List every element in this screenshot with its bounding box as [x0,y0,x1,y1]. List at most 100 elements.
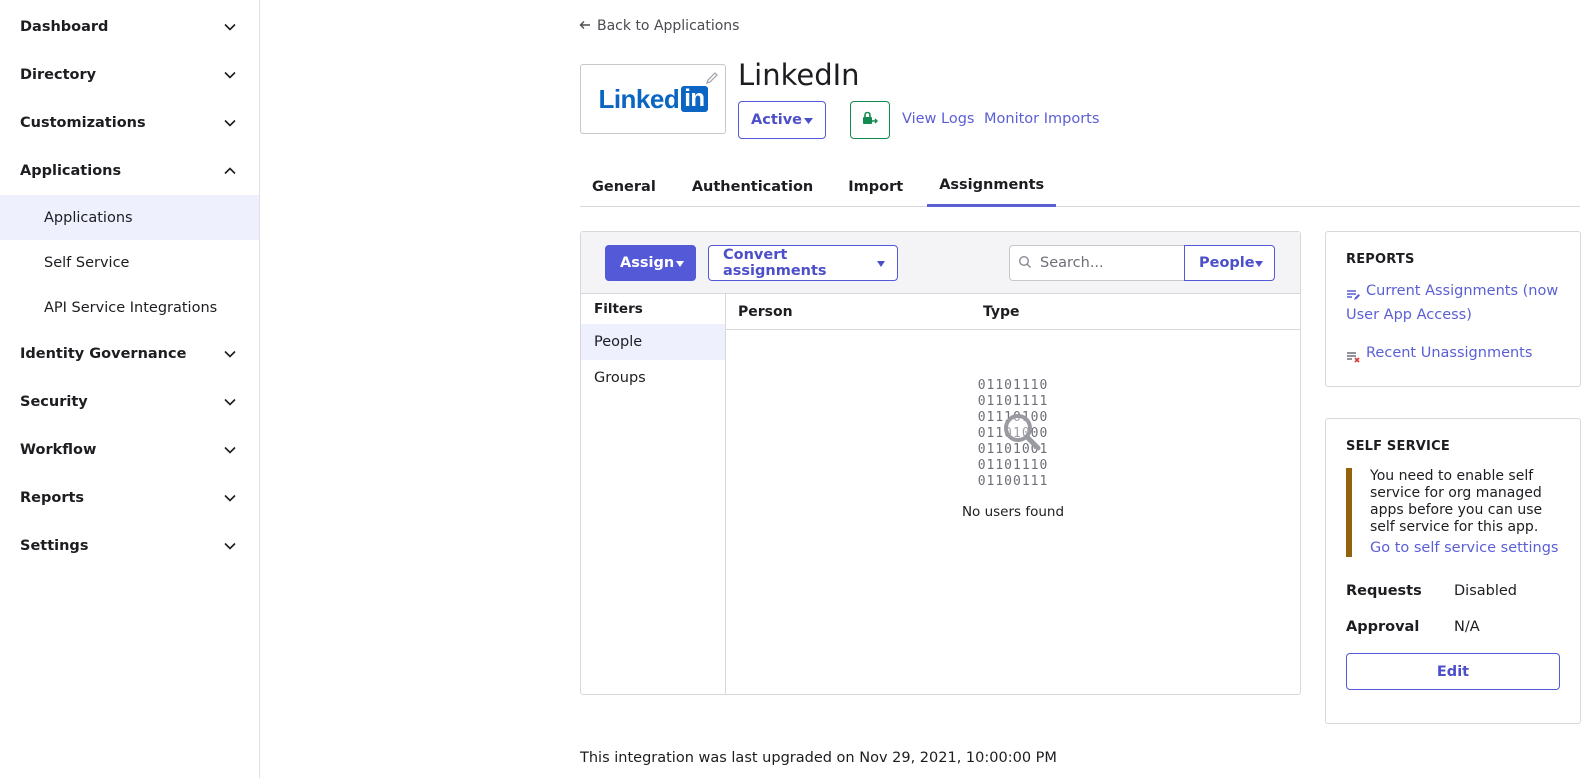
sidebar-section-label: Directory [20,67,97,83]
assign-button-label: Assign [620,255,675,271]
self-service-settings-link[interactable]: Go to self service settings [1370,540,1560,557]
arrow-left-icon [579,18,591,34]
page-title: LinkedIn [738,58,860,92]
search-scope-select[interactable]: People [1184,245,1275,281]
convert-assignments-button[interactable]: Convert assignments [708,245,898,281]
sidebar-section-label: Reports [20,490,85,506]
integration-upgrade-note: This integration was last upgraded on No… [580,750,1057,766]
chevron-down-icon [221,66,239,84]
tab-assignments[interactable]: Assignments [927,166,1057,207]
requests-value: Disabled [1454,583,1517,599]
tab-general[interactable]: General [580,166,668,207]
chevron-down-icon [221,537,239,555]
app-status-dropdown[interactable]: Active [738,101,826,139]
chevron-down-icon [221,345,239,363]
sidebar-section-label: Identity Governance [20,346,187,362]
lock-sync-icon [861,110,879,130]
sidebar-section-dashboard[interactable]: Dashboard [0,3,259,51]
sidebar-section-label: Applications [20,163,122,179]
tab-authentication[interactable]: Authentication [680,166,825,207]
sidebar-item-self-service[interactable]: Self Service [0,240,259,285]
requests-row: Requests Disabled [1346,583,1560,599]
view-logs-link[interactable]: View Logs [902,111,974,127]
search-field[interactable] [1009,245,1185,281]
sidebar-section-label: Dashboard [20,19,109,35]
back-to-applications-link[interactable]: Back to Applications [579,18,739,34]
report-link-label: Recent Unassignments [1366,345,1533,361]
sidebar-item-applications[interactable]: Applications [0,195,259,240]
sidebar-section-applications[interactable]: Applications [0,147,259,195]
approval-value: N/A [1454,619,1480,635]
reports-title: REPORTS [1346,252,1415,267]
self-service-callout: You need to enable self service for org … [1346,468,1560,557]
self-service-card: SELF SERVICE You need to enable self ser… [1325,418,1581,724]
filter-groups[interactable]: Groups [581,360,725,396]
tab-bar: General Authentication Import Assignment… [580,166,1580,207]
sidebar-section-customizations[interactable]: Customizations [0,99,259,147]
tab-import[interactable]: Import [836,166,915,207]
empty-state: 01101110 01101111 01110100 01101000 0110… [726,378,1300,520]
approval-row: Approval N/A [1346,619,1560,635]
recent-unassignments-report-link[interactable]: Recent Unassignments [1346,341,1560,365]
search-icon [1018,254,1032,273]
table-header: Person Type [726,294,1300,330]
self-service-title: SELF SERVICE [1346,439,1450,454]
report-remove-icon [1346,347,1360,363]
sidebar-section-label: Workflow [20,442,97,458]
column-header-type[interactable]: Type [983,304,1020,320]
sidebar-section-directory[interactable]: Directory [0,51,259,99]
callout-text: You need to enable self service for org … [1370,468,1543,535]
report-edit-icon [1346,285,1360,300]
logo-text: Linked [598,83,680,114]
empty-state-illustration: 01101110 01101111 01110100 01101000 0110… [978,378,1049,490]
sidebar-section-label: Customizations [20,115,146,131]
current-assignments-report-link[interactable]: Current Assignments (now User App Access… [1346,279,1560,327]
column-header-person[interactable]: Person [738,304,793,320]
sidebar-section-security[interactable]: Security [0,378,259,426]
requests-label: Requests [1346,583,1422,599]
approval-label: Approval [1346,619,1420,635]
back-link-label: Back to Applications [597,18,740,34]
report-link-label: Current Assignments (now User App Access… [1346,283,1559,323]
reports-card: REPORTS Current Assignments (now User Ap… [1325,231,1581,387]
status-label: Active [751,112,803,128]
sidebar-section-workflow[interactable]: Workflow [0,426,259,474]
edit-self-service-button[interactable]: Edit [1346,653,1560,690]
search-input[interactable] [1040,255,1170,271]
app-logo: Linked in [580,64,726,134]
assignments-toolbar: Assign Convert assignments People [581,232,1300,294]
chevron-down-icon [221,441,239,459]
chevron-down-icon [221,393,239,411]
empty-state-message: No users found [961,504,1065,520]
chevron-up-icon [221,162,239,180]
sidebar-item-label: API Service Integrations [44,299,218,316]
monitor-imports-link[interactable]: Monitor Imports [984,111,1099,127]
sidebar-section-identity-governance[interactable]: Identity Governance [0,330,259,378]
sidebar-item-api-service-integrations[interactable]: API Service Integrations [0,285,259,330]
filter-people[interactable]: People [581,324,725,360]
assignments-panel: Assign Convert assignments People Filter… [580,231,1301,695]
assign-button[interactable]: Assign [605,245,696,281]
caret-down-icon [1254,255,1263,271]
sidebar-section-settings[interactable]: Settings [0,522,259,570]
search-scope-label: People [1199,255,1255,271]
sidebar-section-label: Settings [20,538,89,554]
caret-down-icon [804,112,813,128]
sidebar-section-reports[interactable]: Reports [0,474,259,522]
provisioning-button[interactable] [850,101,890,139]
pencil-icon[interactable] [703,69,721,87]
sidebar-nav: Dashboard Directory Customizations Appli… [0,0,260,778]
sidebar-item-label: Applications [44,209,133,226]
convert-button-label: Convert assignments [723,247,827,279]
binary-line: 01101111 [977,394,1049,409]
binary-line: 01100111 [977,474,1049,489]
assignments-table: Person Type 01101110 01101111 01110100 0… [726,294,1300,694]
main-content: Back to Applications Linked in LinkedIn … [260,0,1591,778]
filters-panel: Filters People Groups [581,294,726,694]
caret-down-icon [676,255,684,271]
filters-title: Filters [594,301,643,317]
chevron-down-icon [221,18,239,36]
binary-line: 01101110 [977,378,1049,393]
caret-down-icon [877,255,885,271]
logo-in-box: in [681,86,708,112]
